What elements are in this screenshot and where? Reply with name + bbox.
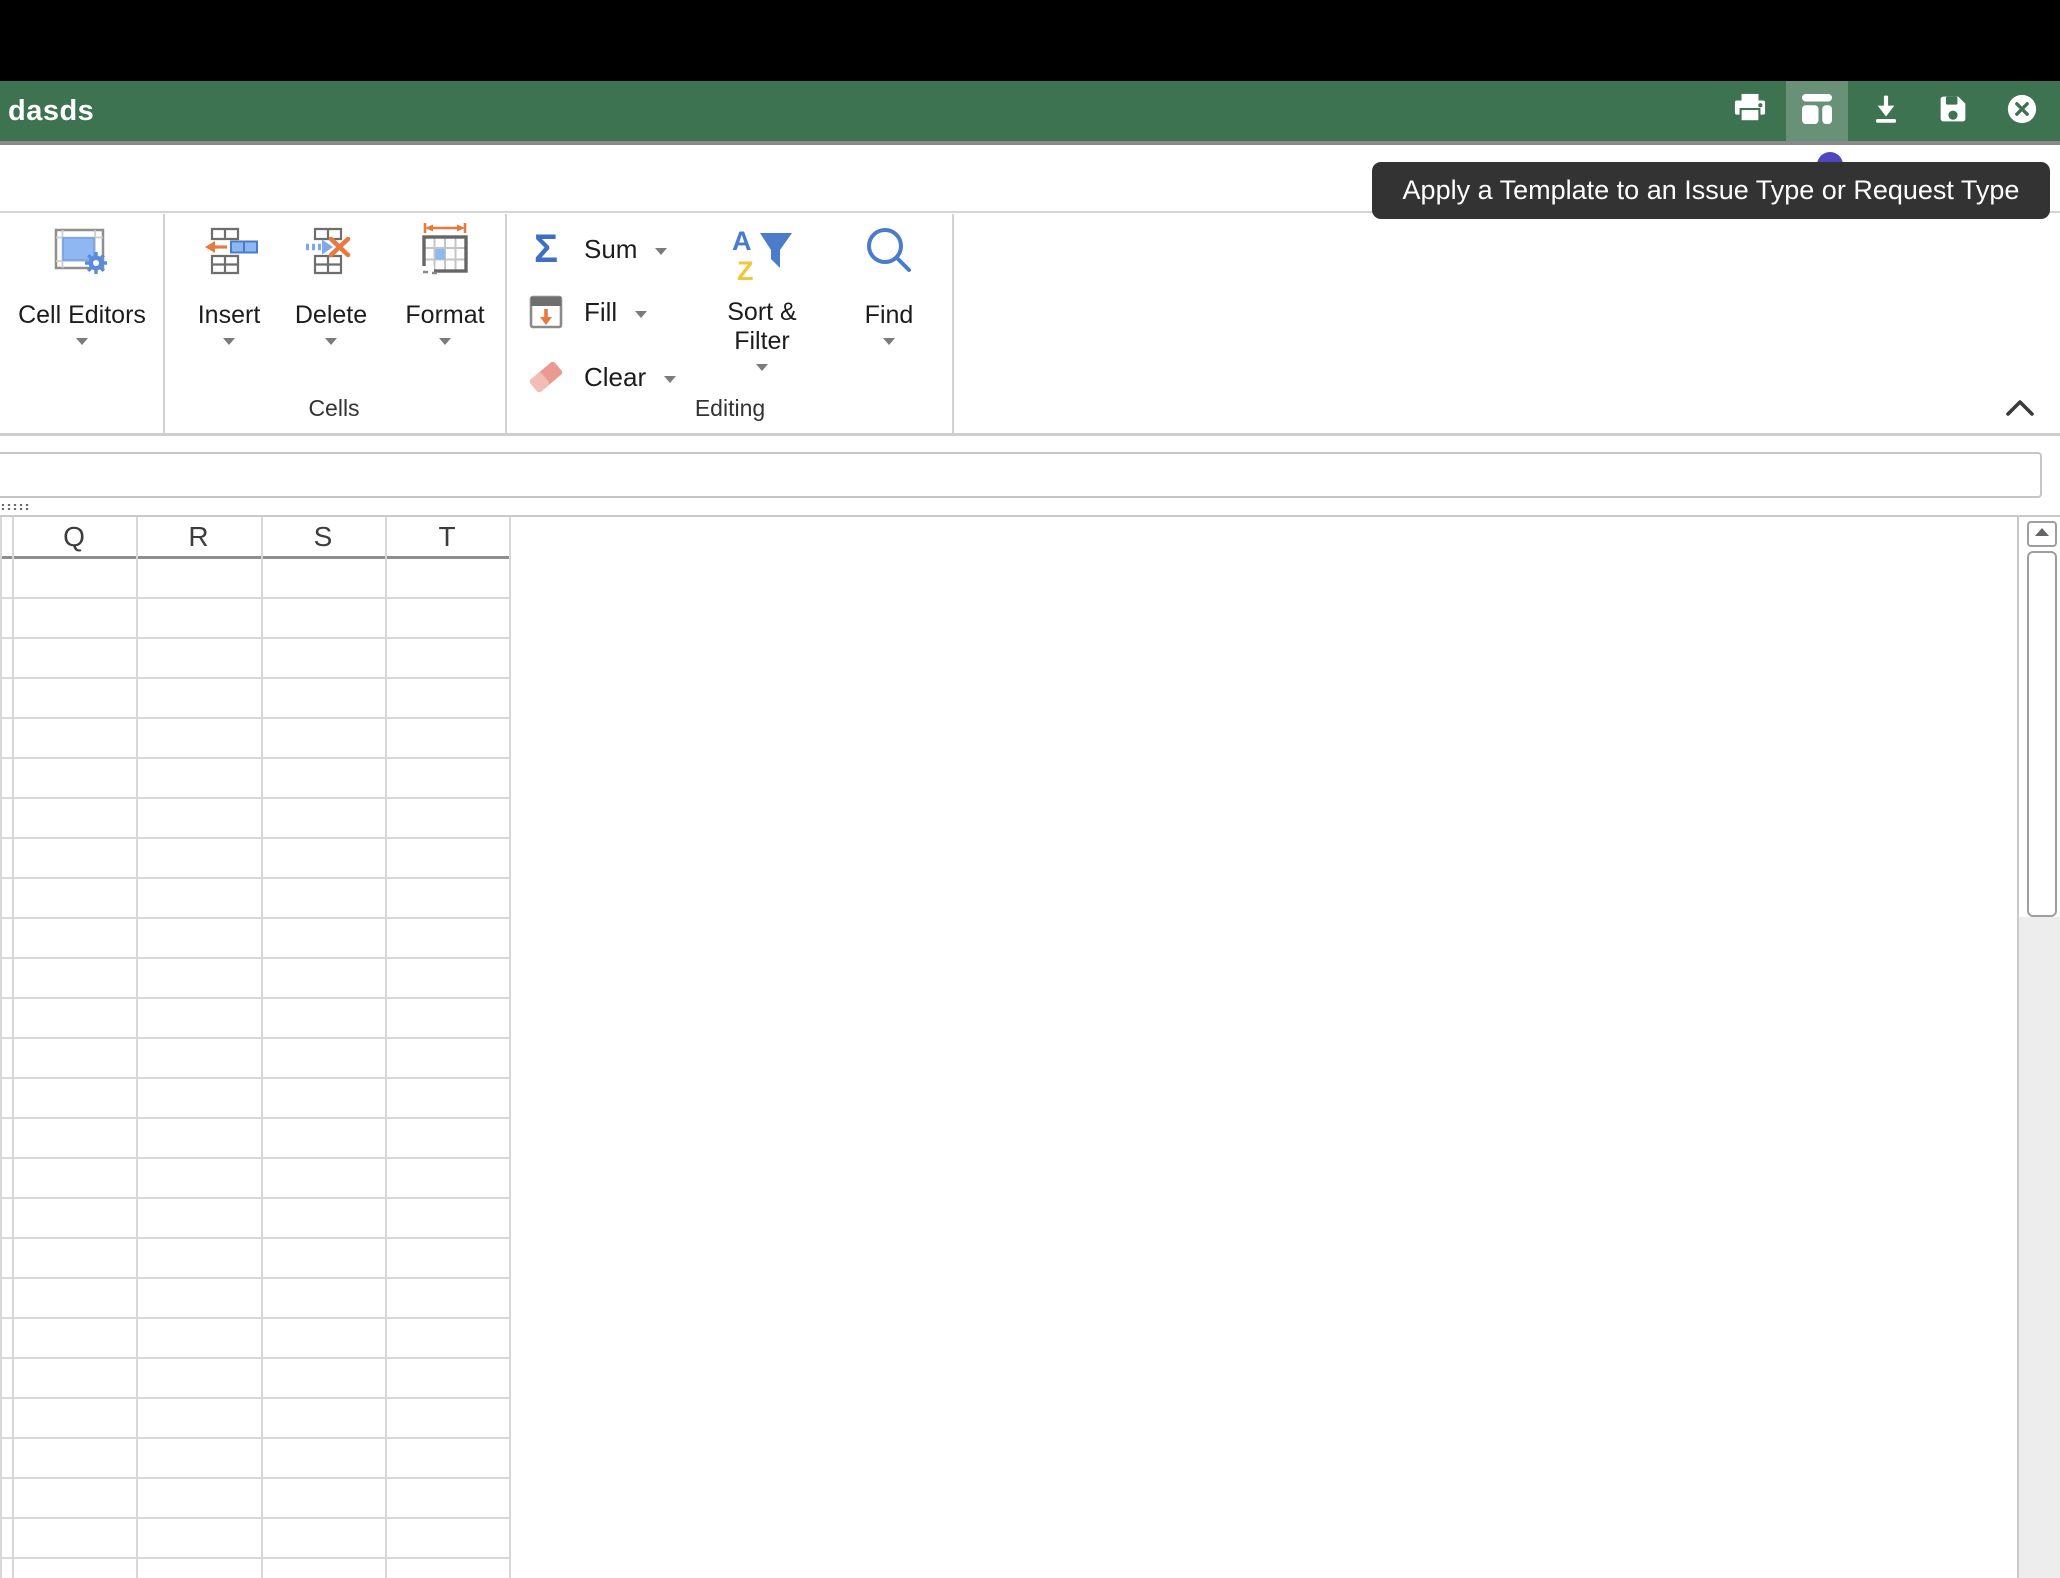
print-button[interactable] — [1722, 81, 1778, 141]
close-icon — [2006, 93, 2038, 130]
sum-label: Sum — [584, 234, 637, 265]
sheet-cells-area[interactable] — [0, 558, 510, 1578]
sum-sigma-icon: Σ — [534, 229, 558, 269]
fill-button[interactable]: Fill — [524, 290, 647, 334]
cell-editors-label: Cell Editors — [18, 302, 146, 328]
download-button[interactable] — [1858, 81, 1914, 141]
document-title: dasds — [8, 81, 94, 141]
formula-bar-resize-grip[interactable] — [0, 503, 30, 511]
template-icon — [1802, 94, 1832, 129]
top-black-bar — [0, 0, 2060, 81]
dropdown-caret-icon — [223, 338, 235, 345]
titlebar-divider — [0, 141, 2060, 145]
save-icon — [1938, 94, 1968, 129]
format-button[interactable]: Format — [380, 222, 510, 345]
svg-text:A: A — [732, 227, 752, 256]
clear-eraser-icon — [524, 359, 568, 395]
dropdown-caret-icon — [756, 364, 768, 371]
format-icon — [417, 222, 473, 280]
cells-group-label: Cells — [234, 395, 434, 421]
find-label: Find — [865, 302, 914, 328]
dropdown-caret-icon — [76, 338, 88, 345]
column-header-S[interactable]: S — [261, 517, 385, 557]
apply-template-button[interactable] — [1786, 81, 1848, 141]
insert-label: Insert — [198, 302, 261, 328]
find-button[interactable]: Find — [824, 222, 954, 345]
printer-icon — [1733, 93, 1767, 130]
clear-button[interactable]: Clear — [524, 355, 676, 399]
dropdown-caret-icon — [635, 311, 647, 318]
formula-bar — [0, 452, 2042, 498]
find-icon — [863, 222, 915, 280]
apply-template-tooltip: Apply a Template to an Issue Type or Req… — [1372, 162, 2050, 219]
download-icon — [1871, 94, 1901, 129]
delete-icon — [301, 222, 361, 280]
clear-label: Clear — [584, 362, 646, 393]
format-label: Format — [405, 302, 484, 328]
spreadsheet-window: dasds — [0, 0, 2060, 1578]
scrollbar-track[interactable] — [2019, 917, 2060, 1578]
sort-filter-icon: A Z — [731, 226, 793, 284]
ribbon-bottom-border — [0, 433, 2060, 436]
delete-button[interactable]: Delete — [266, 222, 396, 345]
delete-label: Delete — [295, 302, 367, 328]
chevron-up-icon — [2004, 397, 2036, 424]
collapse-ribbon-button[interactable] — [2002, 397, 2038, 423]
sum-button[interactable]: Σ Sum — [524, 227, 667, 271]
column-header-T[interactable]: T — [385, 517, 509, 557]
insert-icon — [199, 222, 259, 280]
sort-filter-button[interactable]: A Z Sort & Filter — [692, 226, 832, 371]
column-header-Q[interactable]: Q — [12, 517, 136, 557]
dropdown-caret-icon — [883, 338, 895, 345]
scrollbar-thumb[interactable] — [2027, 551, 2057, 917]
scroll-up-button[interactable] — [2027, 521, 2057, 547]
sort-filter-label-line1: Sort & — [727, 298, 796, 327]
dropdown-caret-icon — [325, 338, 337, 345]
sort-filter-label-line2: Filter — [727, 327, 796, 356]
svg-text:Z: Z — [737, 256, 754, 283]
formula-input[interactable] — [0, 454, 2040, 496]
fill-icon — [524, 295, 568, 329]
fill-label: Fill — [584, 297, 617, 328]
titlebar: dasds — [0, 81, 2060, 141]
cell-editors-button[interactable]: Cell Editors — [8, 222, 156, 345]
column-header-R[interactable]: R — [136, 517, 261, 557]
dropdown-caret-icon — [664, 376, 676, 383]
dropdown-caret-icon — [439, 338, 451, 345]
save-button[interactable] — [1925, 81, 1981, 141]
editing-group-label: Editing — [630, 395, 830, 421]
close-button[interactable] — [1994, 81, 2050, 141]
cell-editors-icon — [50, 222, 114, 280]
dropdown-caret-icon — [655, 248, 667, 255]
triangle-up-icon — [2033, 525, 2051, 544]
